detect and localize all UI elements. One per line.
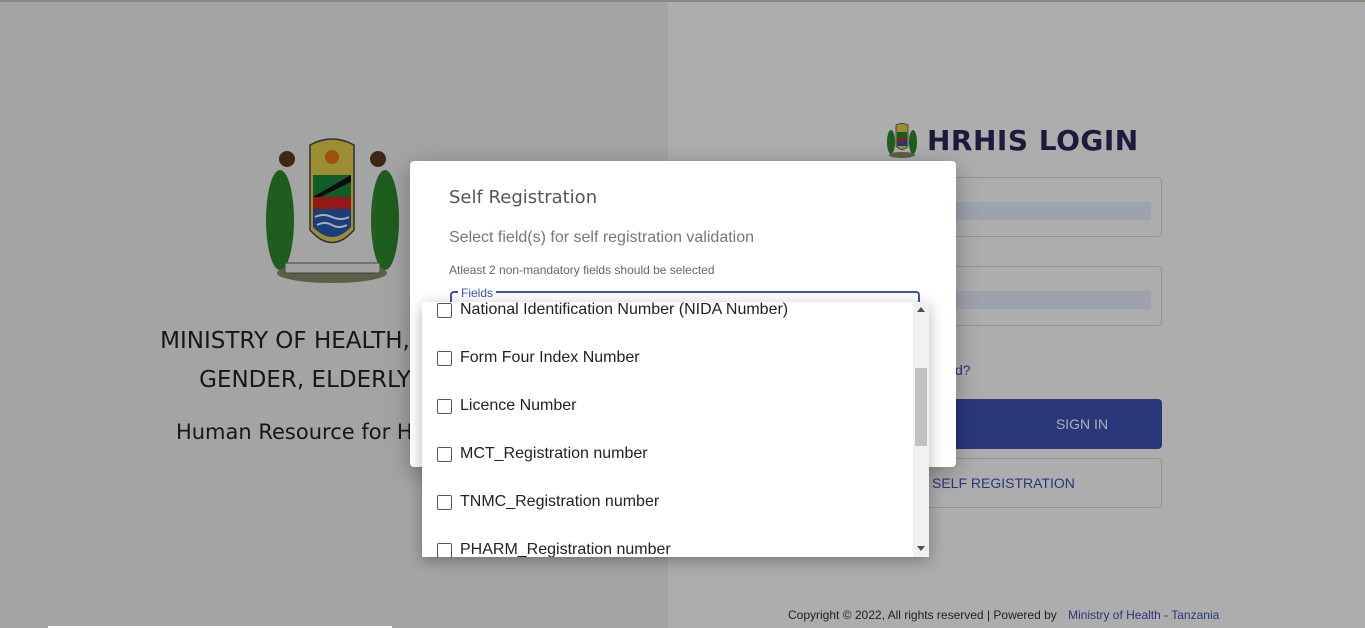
option-label: Form Four Index Number bbox=[460, 349, 640, 366]
fields-label: Fields bbox=[458, 286, 497, 300]
checkbox[interactable] bbox=[437, 302, 452, 318]
checkbox[interactable] bbox=[437, 542, 452, 557]
scroll-up-arrow-icon[interactable] bbox=[917, 307, 925, 312]
option-form-four-index[interactable]: Form Four Index Number bbox=[437, 348, 640, 368]
option-licence-number[interactable]: Licence Number bbox=[437, 396, 577, 416]
scroll-down-arrow-icon[interactable] bbox=[917, 546, 925, 551]
option-nida-number[interactable]: National Identification Number (NIDA Num… bbox=[437, 302, 788, 320]
option-label: TNMC_Registration number bbox=[460, 493, 660, 510]
dialog-subtitle: Select field(s) for self registration va… bbox=[449, 229, 755, 246]
checkbox[interactable] bbox=[437, 494, 452, 510]
dialog-title: Self Registration bbox=[449, 187, 598, 208]
fields-dropdown-list[interactable]: National Identification Number (NIDA Num… bbox=[422, 302, 929, 557]
checkbox[interactable] bbox=[437, 398, 452, 414]
option-pharm-registration[interactable]: PHARM_Registration number bbox=[437, 540, 671, 557]
option-mct-registration[interactable]: MCT_Registration number bbox=[437, 444, 648, 464]
option-label: National Identification Number (NIDA Num… bbox=[460, 302, 789, 318]
checkbox[interactable] bbox=[437, 446, 452, 462]
option-label: MCT_Registration number bbox=[460, 445, 648, 462]
scroll-thumb[interactable] bbox=[915, 368, 927, 446]
option-label: Licence Number bbox=[460, 397, 577, 414]
dialog-hint: Atleast 2 non-mandatory fields should be… bbox=[449, 263, 715, 277]
option-label: PHARM_Registration number bbox=[460, 541, 671, 557]
dropdown-scrollbar[interactable] bbox=[913, 302, 929, 557]
checkbox[interactable] bbox=[437, 350, 452, 366]
option-tnmc-registration[interactable]: TNMC_Registration number bbox=[437, 492, 659, 512]
